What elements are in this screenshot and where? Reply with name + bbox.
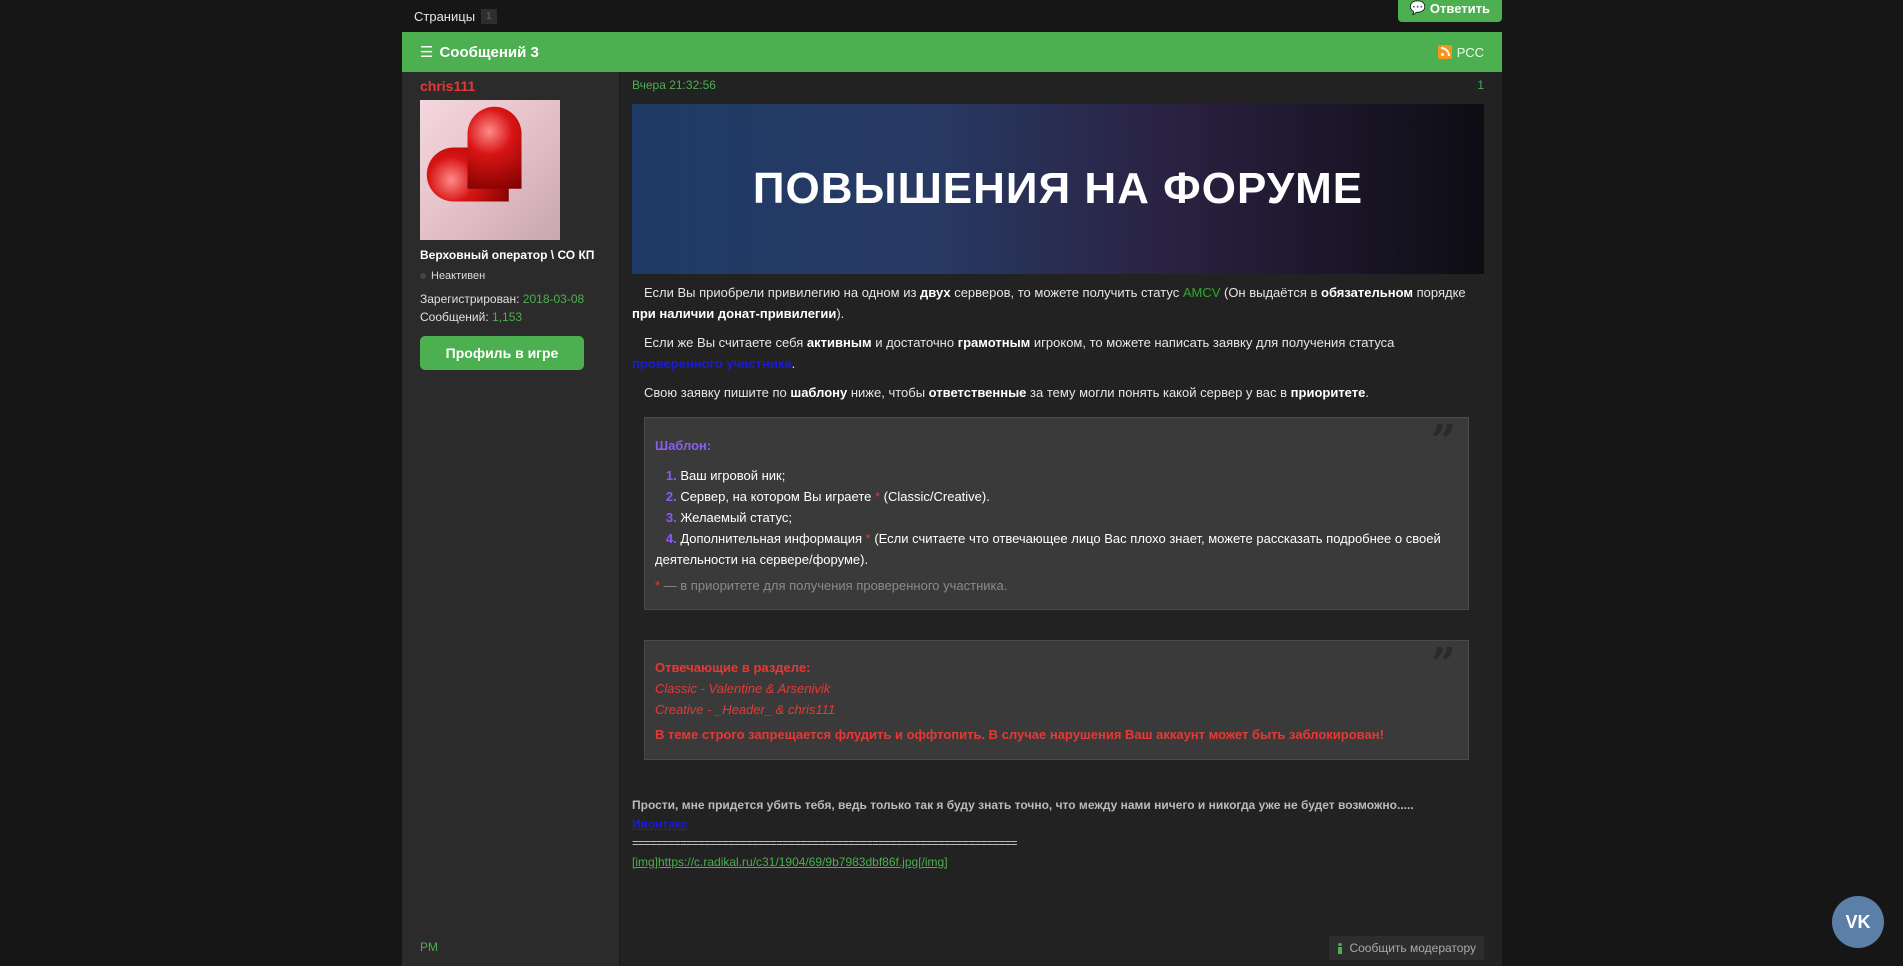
signature-quote: Прости, мне придется убить тебя, ведь то…	[632, 798, 1414, 812]
responders-classic: Classic - Valentine & Arsenivik	[655, 681, 831, 696]
online-status: Неактивен	[420, 270, 601, 282]
status-dot-icon	[420, 273, 426, 279]
post-meta: Вчера 21:32:56 1	[632, 78, 1484, 102]
post-time[interactable]: Вчера 21:32:56	[632, 78, 716, 102]
message-count-title: Сообщений 3	[439, 43, 539, 61]
posts-label: Сообщений:	[420, 310, 489, 324]
pagination-bar: Страницы 1	[402, 0, 1502, 32]
registered-label: Зарегистрирован:	[420, 292, 520, 306]
list-item: 4. Дополнительная информация * (Если счи…	[655, 531, 1441, 567]
chat-icon: 💬	[1409, 0, 1426, 15]
list-item: 3. Желаемый статус;	[665, 510, 792, 525]
quote-icon: ”	[1430, 416, 1456, 467]
responders-quote: ” Отвечающие в разделе: Classic - Valent…	[644, 640, 1469, 760]
author-name[interactable]: chris111	[420, 78, 601, 94]
template-quote: ” Шаблон: 1. Ваш игровой ник; 2. Сервер,…	[644, 417, 1469, 610]
amcv-status: AMCV	[1182, 285, 1221, 300]
vk-icon[interactable]: VK	[1832, 896, 1884, 948]
page-number-1[interactable]: 1	[481, 8, 497, 24]
rss-icon	[1437, 45, 1452, 59]
registered-value: 2018-03-08	[522, 292, 585, 306]
list-item: 1. Ваш игровой ник;	[665, 468, 786, 483]
template-title: Шаблон:	[655, 438, 712, 453]
pm-link[interactable]: PM	[420, 940, 438, 954]
post-body: Вчера 21:32:56 1 ПОВЫШЕНИЯ НА ФОРУМЕ Есл…	[619, 72, 1502, 966]
verified-member-link[interactable]: проверенного участника	[632, 356, 792, 371]
paragraph-3: Свою заявку пишите по шаблону ниже, чтоб…	[644, 385, 1369, 400]
topic-title: ☰ Сообщений 3	[420, 43, 539, 62]
banner-image: ПОВЫШЕНИЯ НА ФОРУМЕ	[632, 104, 1484, 274]
info-icon	[1337, 942, 1343, 954]
responders-title: Отвечающие в разделе:	[655, 660, 811, 675]
template-note: * — в приоритете для получения проверенн…	[655, 578, 1008, 593]
quote-icon: ”	[1430, 639, 1456, 690]
topic-header: ☰ Сообщений 3 РСС	[402, 32, 1502, 72]
paragraph-1: Если Вы приобрели привилегию на одном из…	[632, 285, 1466, 321]
rss-label: РСС	[1456, 44, 1484, 60]
author-meta: Зарегистрирован: 2018-03-08 Сообщений: 1…	[420, 290, 601, 326]
report-label: Сообщить модератору	[1349, 941, 1476, 955]
paragraph-2: Если же Вы считаете себя активным и дост…	[632, 335, 1395, 371]
reply-button[interactable]: 💬 Ответить	[1397, 0, 1502, 22]
forum-topic: Страницы 1 💬 Ответить ☰ Сообщений 3 РСС …	[402, 0, 1502, 966]
posts-value: 1,153	[492, 310, 523, 324]
template-list: 1. Ваш игровой ник; 2. Сервер, на которо…	[655, 465, 1458, 570]
status-text: Неактивен	[431, 270, 486, 282]
banner-text: ПОВЫШЕНИЯ НА ФОРУМЕ	[752, 164, 1364, 213]
signature: Прости, мне придется убить тебя, ведь то…	[632, 796, 1484, 872]
pages-label: Страницы	[414, 8, 476, 24]
post: chris111 Верховный оператор \ СО КП Неак…	[402, 72, 1502, 966]
post-number[interactable]: 1	[1477, 78, 1484, 102]
avatar	[420, 100, 560, 240]
report-moderator-button[interactable]: Сообщить модератору	[1329, 936, 1484, 960]
list-item: 2. Сервер, на котором Вы играете * (Clas…	[665, 489, 990, 504]
rss-link[interactable]: РСС	[1437, 44, 1484, 60]
reply-button-label: Ответить	[1429, 0, 1490, 16]
author-panel: chris111 Верховный оператор \ СО КП Неак…	[402, 72, 619, 966]
responders-creative: Creative - _Header_ & chris111	[655, 702, 836, 717]
signature-image-link[interactable]: [img]https://c.radikal.ru/c31/1904/69/9b…	[632, 853, 1484, 872]
signature-divider: ========================================…	[632, 836, 1018, 850]
signature-link[interactable]: Ивонтакс	[632, 815, 1484, 834]
list-icon: ☰	[420, 44, 434, 61]
game-profile-button[interactable]: Профиль в игре	[420, 336, 584, 370]
heart-image	[425, 105, 552, 232]
author-rank: Верховный оператор \ СО КП	[420, 248, 595, 262]
flood-warning: В теме строго запрещается флудить и оффт…	[655, 727, 1384, 742]
